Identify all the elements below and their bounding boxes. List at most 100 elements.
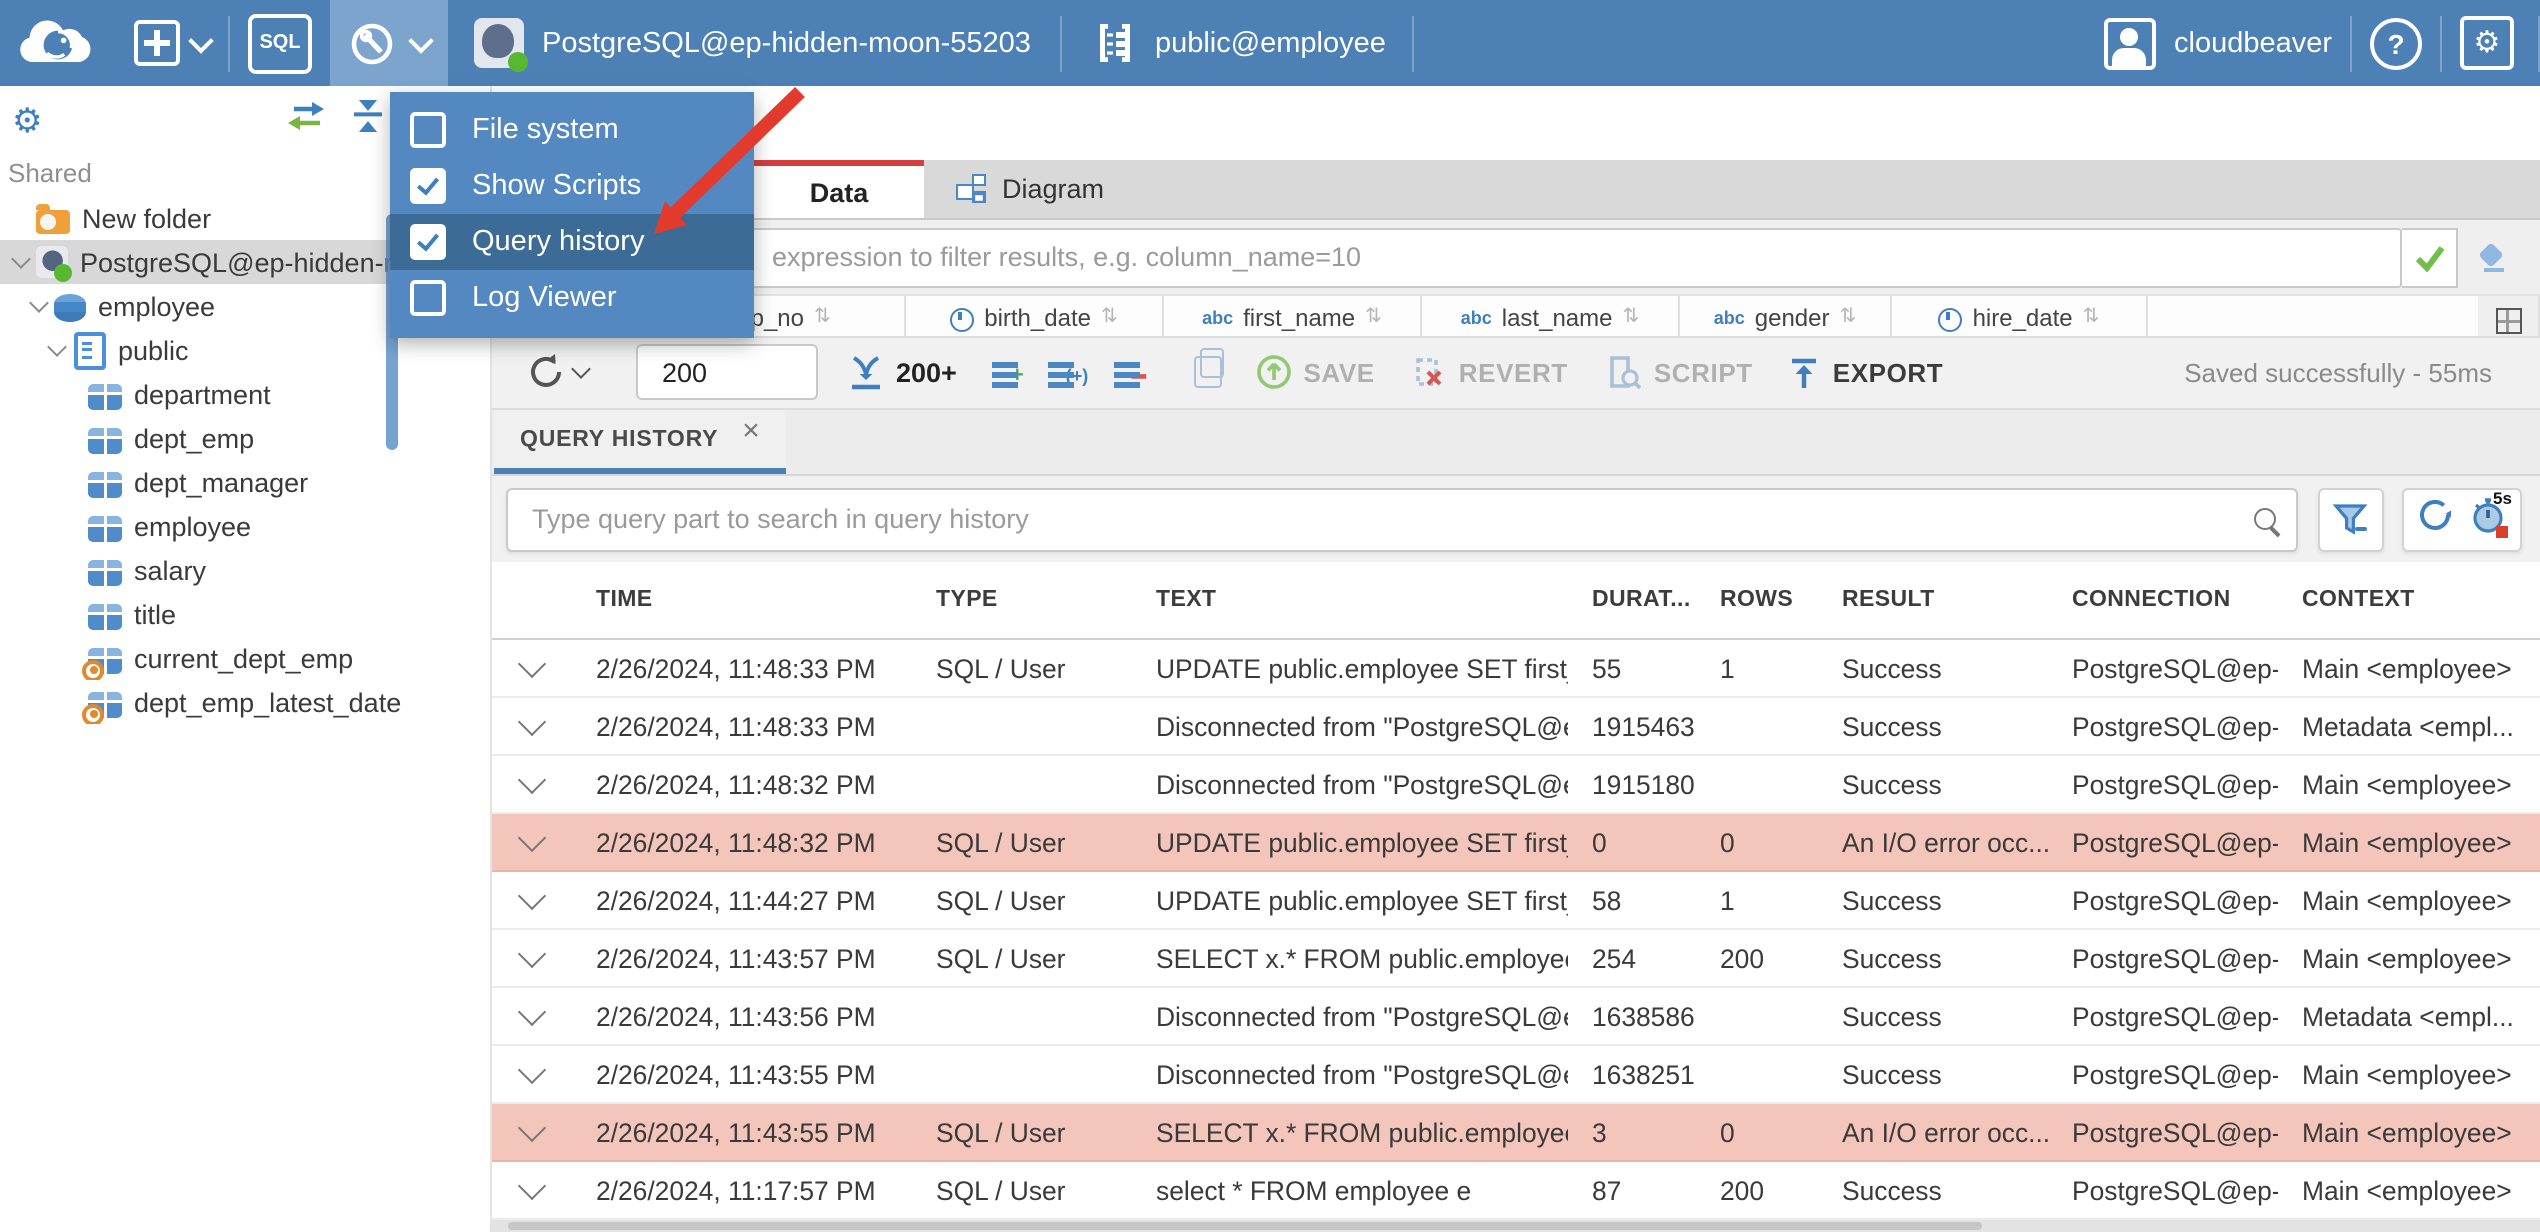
history-table-row[interactable]: 2/26/2024, 11:43:55 PM SQL / User SELECT… (492, 1104, 2540, 1163)
history-table-row[interactable]: 2/26/2024, 11:48:33 PM SQL / User UPDATE… (492, 640, 2540, 699)
script-button[interactable]: SCRIPT (1606, 355, 1753, 391)
history-table-row[interactable]: 2/26/2024, 11:44:27 PM SQL / User UPDATE… (492, 872, 2540, 931)
tree-item[interactable]: title (0, 592, 490, 636)
sync-connection-icon[interactable] (286, 99, 326, 141)
row-expand-button[interactable] (492, 881, 572, 911)
delete-row-button[interactable]: ━ (1114, 356, 1145, 390)
save-upload-icon (1256, 355, 1291, 390)
refresh-history-icon[interactable] (2416, 495, 2454, 543)
header-time[interactable]: TIME (572, 588, 912, 612)
grid-column-header[interactable]: birth_date ⇅ (906, 295, 1164, 336)
grid-column-header[interactable]: abc first_name ⇅ (1164, 295, 1422, 336)
cell-connection: PostgreSQL@ep-... (2072, 1059, 2278, 1090)
row-expand-button[interactable] (492, 939, 572, 969)
auto-refresh-timer-icon[interactable]: 5s (2470, 487, 2512, 543)
user-menu[interactable]: cloudbeaver (2086, 0, 2350, 86)
history-table-row[interactable]: 2/26/2024, 11:17:57 PM SQL / User select… (492, 1162, 2540, 1221)
row-expand-button[interactable] (492, 823, 572, 853)
add-rows-button[interactable]: (+) (1047, 359, 1088, 387)
tree-item[interactable]: current_dept_emp (0, 636, 490, 680)
user-avatar-icon (2104, 17, 2156, 69)
history-table-row[interactable]: 2/26/2024, 11:48:32 PM Disconnected from… (492, 756, 2540, 815)
sort-icon[interactable]: ⇅ (1365, 306, 1382, 328)
header-context[interactable]: CONTEXT (2278, 588, 2540, 612)
tree-item[interactable]: dept_emp (0, 416, 490, 460)
new-object-button[interactable] (116, 0, 228, 86)
row-expand-button[interactable] (492, 707, 572, 737)
schema-selector[interactable]: public@employee (1075, 0, 1404, 86)
tab-diagram[interactable]: Diagram (924, 161, 1136, 219)
row-expand-button[interactable] (492, 1171, 572, 1201)
tree-item[interactable]: salary (0, 548, 490, 592)
history-table-row[interactable]: 2/26/2024, 11:48:33 PM Disconnected from… (492, 698, 2540, 757)
row-expand-button[interactable] (492, 1055, 572, 1085)
add-row-button[interactable]: + (992, 357, 1024, 389)
tree-item[interactable]: employee (0, 504, 490, 548)
export-button[interactable]: EXPORT (1789, 356, 1944, 390)
sql-editor-button[interactable]: SQL (230, 0, 330, 86)
grid-settings-icon[interactable] (2478, 295, 2540, 336)
row-expand-button[interactable] (492, 997, 572, 1027)
header-type[interactable]: TYPE (912, 588, 1132, 612)
filter-button[interactable] (2318, 487, 2384, 551)
chevron-down-icon (517, 1113, 547, 1143)
revert-button[interactable]: REVERT (1413, 355, 1568, 391)
connection-selector[interactable]: PostgreSQL@ep-hidden-moon-55203 (456, 0, 1049, 86)
tools-menu-button[interactable] (330, 0, 448, 86)
help-button[interactable]: ? (2352, 0, 2440, 86)
fetch-size-input[interactable]: 200 (636, 344, 818, 401)
gear-icon: ⚙ (2460, 16, 2514, 70)
history-table-row[interactable]: 2/26/2024, 11:43:55 PM Disconnected from… (492, 1046, 2540, 1105)
tree-expand-chevron-icon[interactable] (4, 258, 36, 266)
checkbox[interactable] (410, 112, 446, 148)
cell-rows: 1 (1720, 885, 1735, 916)
topbar-divider (1411, 15, 1414, 71)
grid-column-header[interactable]: hire_date ⇅ (1892, 295, 2148, 336)
menu-item[interactable]: Log Viewer (390, 270, 754, 326)
apply-filter-button[interactable] (2402, 227, 2458, 288)
menu-item-label: Log Viewer (472, 282, 617, 314)
row-expand-button[interactable] (492, 1113, 572, 1143)
checkbox[interactable] (410, 168, 446, 204)
history-table-row[interactable]: 2/26/2024, 11:43:57 PM SQL / User SELECT… (492, 930, 2540, 989)
history-table-row[interactable]: 2/26/2024, 11:43:56 PM Disconnected from… (492, 988, 2540, 1047)
cell-result: Success (1842, 943, 1942, 974)
header-connection[interactable]: CONNECTION (2048, 588, 2278, 612)
sidebar-settings-icon[interactable]: ⚙ (12, 103, 43, 137)
sort-icon[interactable]: ⇅ (1101, 306, 1118, 328)
row-expand-button[interactable] (492, 649, 572, 679)
grid-column-header[interactable]: abc last_name ⇅ (1422, 295, 1680, 336)
cell-type: SQL / User (936, 1117, 1066, 1148)
header-result[interactable]: RESULT (1818, 588, 2048, 612)
save-button[interactable]: SAVE (1255, 355, 1374, 391)
row-expand-button[interactable] (492, 765, 572, 795)
sort-icon[interactable]: ⇅ (2083, 306, 2100, 328)
tab-query-history[interactable]: QUERY HISTORY × (494, 410, 786, 474)
tree-expand-chevron-icon[interactable] (22, 302, 54, 310)
grid-column-header[interactable]: abc gender ⇅ (1680, 295, 1892, 336)
tree-item[interactable]: dept_manager (0, 460, 490, 504)
refresh-button[interactable] (526, 353, 591, 393)
header-text[interactable]: TEXT (1132, 588, 1568, 612)
tree-item[interactable]: dept_emp_latest_date (0, 680, 490, 724)
history-table-row[interactable]: 2/26/2024, 11:48:32 PM SQL / User UPDATE… (492, 814, 2540, 873)
tree-item[interactable]: department (0, 372, 490, 416)
horizontal-scrollbar[interactable] (492, 1220, 2540, 1232)
query-history-search-input[interactable]: Type query part to search in query histo… (506, 487, 2299, 551)
sort-icon[interactable]: ⇅ (1623, 306, 1640, 328)
duplicate-row-button[interactable] (1193, 348, 1225, 389)
fetch-more-button[interactable]: 200+ (848, 356, 957, 390)
header-rows[interactable]: ROWS (1696, 588, 1818, 612)
checkbox[interactable] (410, 224, 446, 260)
checkmark-icon (2414, 245, 2444, 272)
sort-icon[interactable]: ⇅ (1840, 306, 1857, 328)
header-duration[interactable]: DURAT... (1568, 588, 1696, 612)
checkbox[interactable] (410, 280, 446, 316)
collapse-all-icon[interactable] (350, 99, 386, 141)
settings-button[interactable]: ⚙ (2442, 0, 2538, 86)
cell-time: 2/26/2024, 11:48:32 PM (596, 827, 876, 858)
eraser-icon[interactable] (2478, 243, 2510, 272)
sort-icon[interactable]: ⇅ (814, 306, 831, 328)
close-icon[interactable]: × (742, 414, 760, 448)
tree-expand-chevron-icon[interactable] (40, 346, 72, 354)
